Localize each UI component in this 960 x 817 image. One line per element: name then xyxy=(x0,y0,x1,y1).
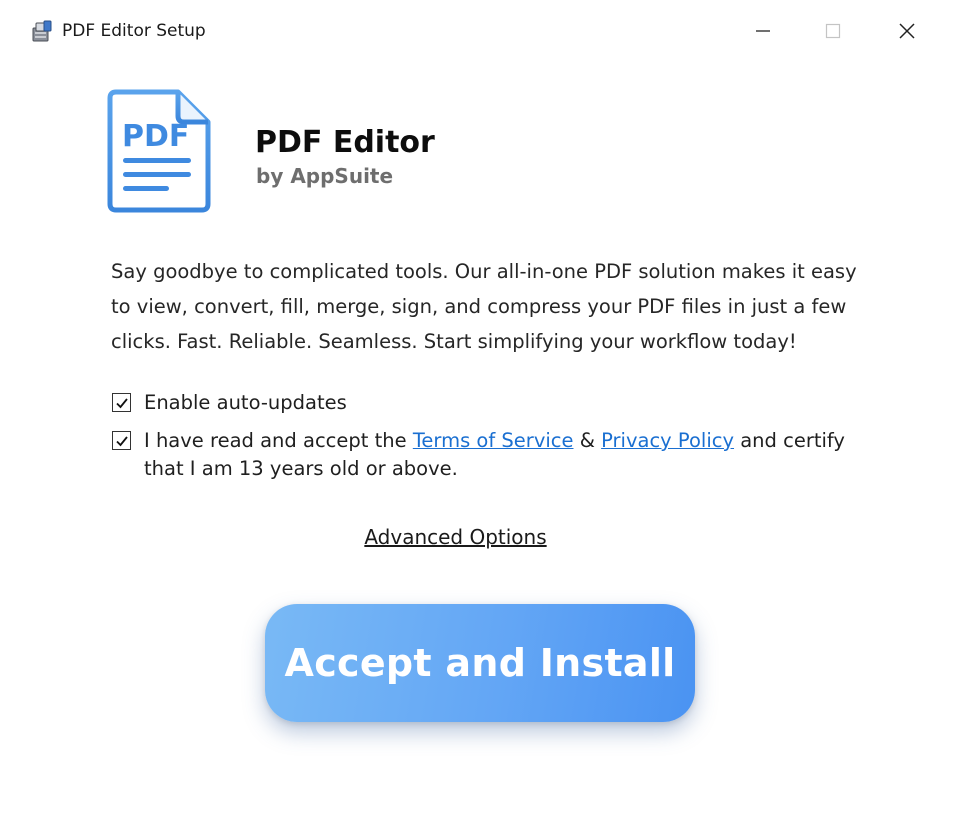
minimize-icon xyxy=(756,30,770,32)
logo-text: PDF xyxy=(122,119,189,154)
installer-window: PDF Editor Setup PDF PDF Editor by AppSu… xyxy=(0,0,960,817)
privacy-policy-link[interactable]: Privacy Policy xyxy=(601,429,734,452)
product-name: PDF Editor xyxy=(255,125,435,160)
window-title: PDF Editor Setup xyxy=(62,21,206,41)
product-description: Say goodbye to complicated tools. Our al… xyxy=(111,260,857,353)
terms-checkbox[interactable] xyxy=(112,431,131,450)
pdf-document-icon: PDF xyxy=(106,88,212,214)
terms-prefix: I have read and accept the xyxy=(144,429,413,452)
auto-updates-checkbox[interactable] xyxy=(112,393,131,412)
close-button[interactable] xyxy=(884,10,930,52)
accept-and-install-button[interactable]: Accept and Install xyxy=(265,604,695,722)
maximize-button xyxy=(810,10,856,52)
close-icon xyxy=(899,23,915,39)
checkmark-icon xyxy=(115,397,128,408)
terms-option[interactable]: I have read and accept the Terms of Serv… xyxy=(112,427,864,483)
maximize-icon xyxy=(825,23,841,39)
installer-icon xyxy=(30,19,54,43)
auto-updates-option[interactable]: Enable auto-updates xyxy=(112,389,864,417)
install-button-label: Accept and Install xyxy=(284,641,676,685)
advanced-options-link[interactable]: Advanced Options xyxy=(0,523,911,551)
minimize-button[interactable] xyxy=(740,10,786,52)
terms-of-service-link[interactable]: Terms of Service xyxy=(413,429,574,452)
checkmark-icon xyxy=(115,435,128,446)
title-bar[interactable]: PDF Editor Setup xyxy=(0,0,960,62)
terms-label: I have read and accept the Terms of Serv… xyxy=(144,427,864,483)
terms-ampersand: & xyxy=(573,429,602,452)
vendor-name: by AppSuite xyxy=(256,164,394,188)
auto-updates-label: Enable auto-updates xyxy=(144,391,347,414)
